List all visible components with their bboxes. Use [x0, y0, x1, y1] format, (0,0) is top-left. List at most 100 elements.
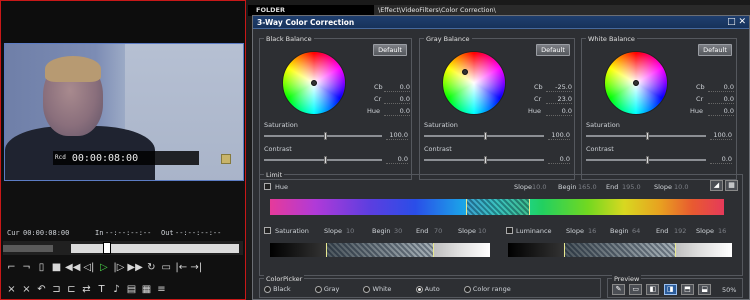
black-contrast-value[interactable]: 0.0: [386, 155, 408, 164]
colorpicker-option-white[interactable]: White: [363, 285, 391, 293]
color-bars-icon[interactable]: ▤: [125, 283, 138, 297]
saturation-selected-range[interactable]: [326, 243, 434, 257]
hue-range-bar[interactable]: [270, 199, 724, 215]
mark-in-icon[interactable]: ⌐: [5, 261, 18, 275]
auto-radio[interactable]: [415, 285, 423, 293]
gray-hue-value[interactable]: 0.0: [546, 107, 572, 116]
luminance-selected-range[interactable]: [564, 243, 676, 257]
preview-top-icon[interactable]: ⬒: [680, 284, 694, 295]
clear-in-icon[interactable]: ×: [5, 283, 18, 297]
black-wheel-marker[interactable]: [311, 80, 317, 86]
gray-wheel-marker[interactable]: [462, 69, 468, 75]
white-cr-value[interactable]: 0.0: [708, 95, 734, 104]
preview-bottom-icon[interactable]: ⬓: [698, 284, 712, 295]
player-timeline[interactable]: [3, 241, 243, 255]
white-default-button[interactable]: Default: [698, 44, 732, 56]
luminance-slope1-value[interactable]: 16: [588, 227, 596, 235]
colorpicker-option-color-range[interactable]: Color range: [463, 285, 511, 293]
black-cr-value[interactable]: 0.0: [384, 95, 410, 104]
luminance-slope2-value[interactable]: 16: [718, 227, 726, 235]
white-saturation-knob[interactable]: [646, 132, 649, 140]
gray-color-wheel[interactable]: [442, 51, 506, 115]
step-back-icon[interactable]: ◁|: [82, 261, 95, 275]
menu-icon[interactable]: ≡: [155, 283, 168, 297]
timeline-track[interactable]: [71, 244, 239, 253]
timeline-playhead[interactable]: [103, 242, 111, 254]
step-forward-icon[interactable]: |▷: [112, 261, 125, 275]
stop-icon[interactable]: ■: [50, 261, 63, 275]
gray-saturation-value[interactable]: 100.0: [548, 131, 570, 140]
white-contrast-knob[interactable]: [646, 156, 649, 164]
close-icon[interactable]: ✕: [738, 17, 746, 27]
white-contrast-slider[interactable]: [586, 156, 706, 164]
hue-slope1-value[interactable]: 10.0: [532, 183, 546, 191]
colorpicker-option-gray[interactable]: Gray: [314, 285, 339, 293]
black-saturation-slider[interactable]: [264, 132, 382, 140]
display-icon[interactable]: ▭: [160, 261, 173, 275]
gray-cr-value[interactable]: 23.0: [546, 95, 572, 104]
white-radio[interactable]: [363, 285, 371, 293]
undo-icon[interactable]: ↶: [35, 283, 48, 297]
black-color-wheel[interactable]: [282, 51, 346, 115]
text-icon[interactable]: T: [95, 283, 108, 297]
saturation-end-value[interactable]: 70: [434, 227, 442, 235]
preview-zoom[interactable]: 50%: [722, 286, 736, 294]
ripple-icon[interactable]: ⇄: [80, 283, 93, 297]
hue-display-mode-2-icon[interactable]: ▦: [725, 180, 738, 191]
picker-icon[interactable]: ✎: [612, 284, 625, 295]
gray-cb-value[interactable]: -25.0: [546, 83, 572, 92]
loop-icon[interactable]: ↻: [145, 261, 158, 275]
white-wheel-marker[interactable]: [633, 80, 639, 86]
rewind-icon[interactable]: ◀◀: [65, 261, 80, 275]
gray-contrast-knob[interactable]: [484, 156, 487, 164]
saturation-begin-value[interactable]: 30: [394, 227, 402, 235]
gray-saturation-slider[interactable]: [424, 132, 544, 140]
black-contrast-knob[interactable]: [324, 156, 327, 164]
gray-default-button[interactable]: Default: [536, 44, 570, 56]
black-hue-value[interactable]: 0.0: [384, 107, 410, 116]
black-contrast-slider[interactable]: [264, 156, 382, 164]
white-saturation-slider[interactable]: [586, 132, 706, 140]
colorpicker-option-black[interactable]: Black: [264, 285, 291, 293]
go-to-in-icon[interactable]: |←: [175, 261, 188, 275]
black-cb-value[interactable]: 0.0: [384, 83, 410, 92]
saturation-slope2-value[interactable]: 10: [478, 227, 486, 235]
saturation-slope1-value[interactable]: 10: [346, 227, 354, 235]
luminance-end-value[interactable]: 192: [674, 227, 686, 235]
hue-limit-checkbox[interactable]: [264, 183, 271, 190]
hue-selected-range[interactable]: [466, 199, 530, 215]
luminance-range-bar[interactable]: [508, 243, 732, 257]
white-color-wheel[interactable]: [604, 51, 668, 115]
black-saturation-knob[interactable]: [324, 132, 327, 140]
gray-contrast-value[interactable]: 0.0: [548, 155, 570, 164]
hue-end-value[interactable]: 195.0: [622, 183, 641, 191]
white-hue-value[interactable]: 0.0: [708, 107, 734, 116]
overwrite-icon[interactable]: ⊏: [65, 283, 78, 297]
clear-out-icon[interactable]: ×: [20, 283, 33, 297]
colorpicker-option-auto[interactable]: Auto: [415, 285, 440, 293]
gray-saturation-knob[interactable]: [484, 132, 487, 140]
go-to-out-icon[interactable]: →|: [190, 261, 203, 275]
gray-radio[interactable]: [314, 285, 322, 293]
black-radio[interactable]: [264, 285, 271, 293]
microphone-icon[interactable]: ♪: [110, 283, 123, 297]
grid-icon[interactable]: ▦: [140, 283, 153, 297]
black-saturation-value[interactable]: 100.0: [386, 131, 408, 140]
preview-split-left-icon[interactable]: ◧: [646, 284, 660, 295]
gray-contrast-slider[interactable]: [424, 156, 544, 164]
white-contrast-value[interactable]: 0.0: [710, 155, 732, 164]
hue-display-mode-1-icon[interactable]: ◢: [710, 180, 723, 191]
restore-icon[interactable]: □: [727, 17, 736, 27]
color-range-radio[interactable]: [463, 285, 471, 293]
saturation-range-bar[interactable]: [270, 243, 490, 257]
dialog-titlebar[interactable]: 3-Way Color Correction □ ✕: [253, 16, 749, 29]
hue-begin-value[interactable]: 165.0: [578, 183, 597, 191]
play-icon[interactable]: ▷: [97, 261, 110, 275]
luminance-limit-checkbox[interactable]: [506, 227, 513, 234]
white-saturation-value[interactable]: 100.0: [710, 131, 732, 140]
saturation-limit-checkbox[interactable]: [264, 227, 271, 234]
luminance-begin-value[interactable]: 64: [632, 227, 640, 235]
black-default-button[interactable]: Default: [373, 44, 407, 56]
insert-icon[interactable]: ⊐: [50, 283, 63, 297]
fast-forward-icon[interactable]: ▶▶: [127, 261, 142, 275]
